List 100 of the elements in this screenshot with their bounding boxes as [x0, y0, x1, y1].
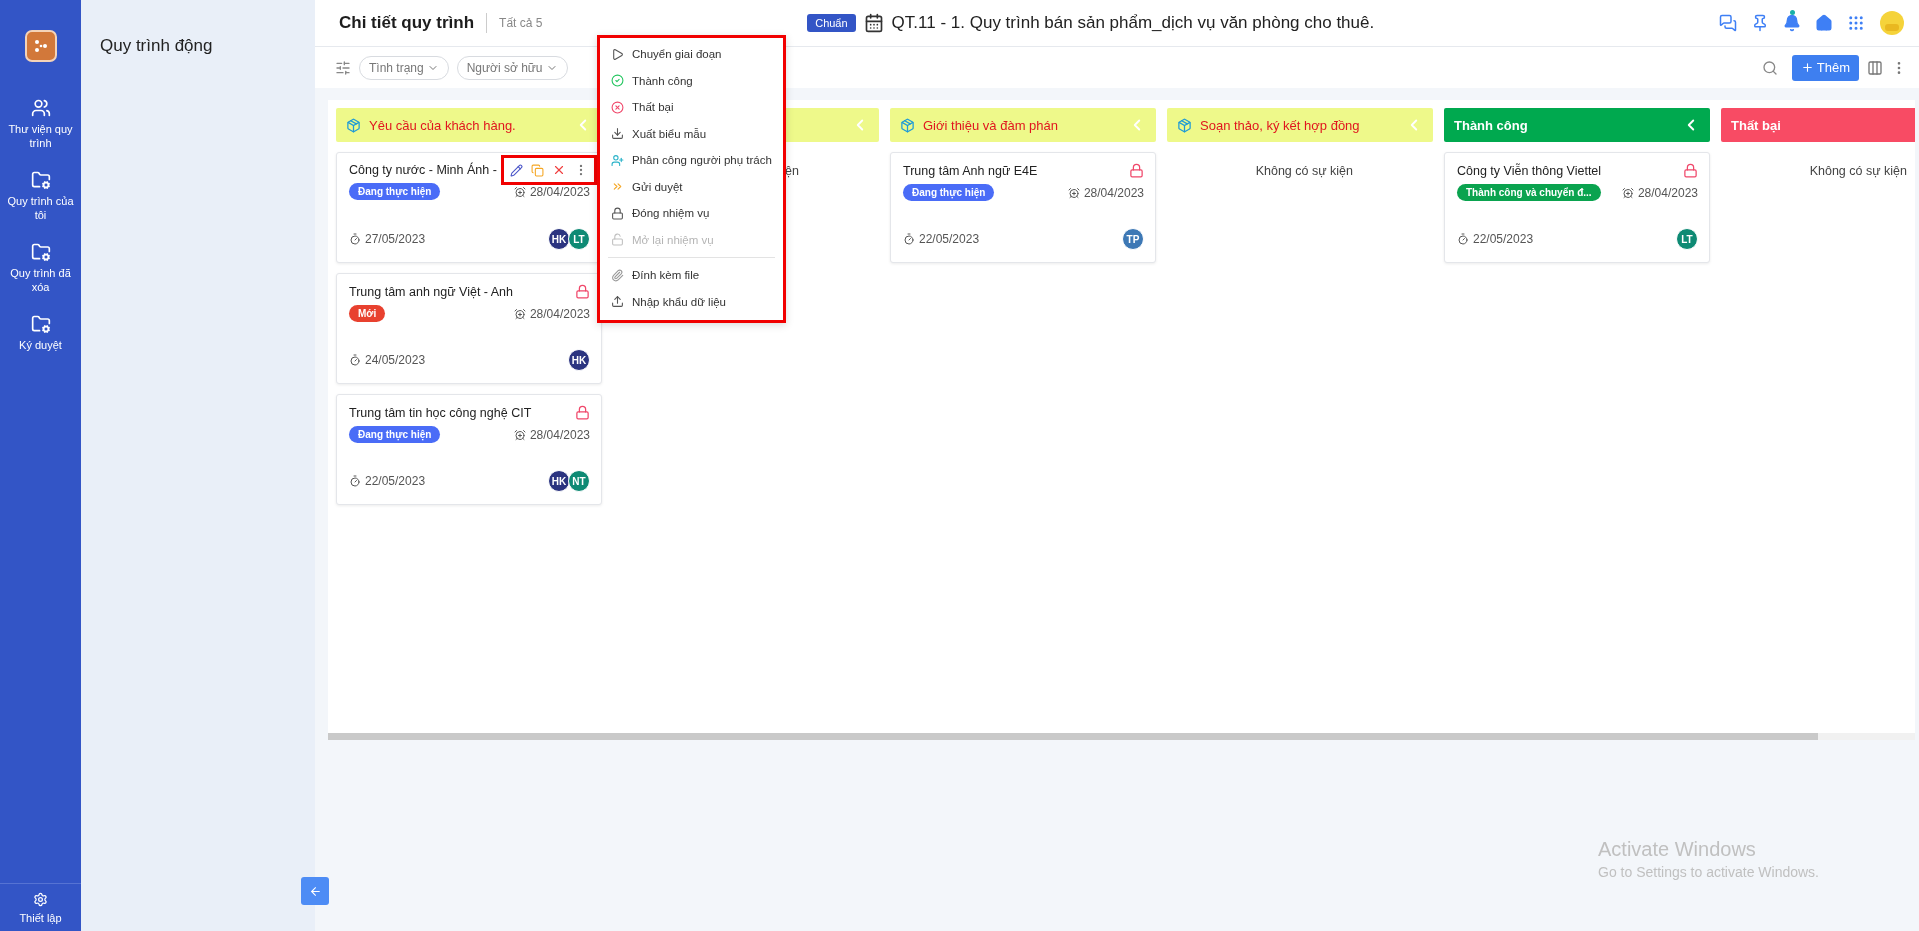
task-card[interactable]: Trung tâm anh ngữ Việt - Anh Mới 28/04/2023 24/05/2023 HK — [336, 273, 602, 384]
sidebar-item[interactable]: Thư viện quy trình — [4, 98, 77, 150]
assignee-avatar[interactable]: LT — [568, 228, 590, 250]
play-icon — [611, 47, 624, 61]
box-icon — [900, 117, 915, 133]
paperclip-icon — [611, 268, 624, 282]
collapse-button[interactable] — [301, 877, 329, 905]
alarm-icon — [1067, 186, 1080, 199]
alarm-icon — [513, 428, 526, 441]
card-title: Công ty Viễn thông Viettel — [1457, 163, 1602, 178]
calendar-icon — [863, 13, 884, 33]
apps-icon[interactable] — [1847, 14, 1865, 32]
card-title: Trung tâm tin học công nghệ CIT — [349, 405, 532, 420]
task-card[interactable]: Công ty Viễn thông Viettel Thành công và chuyển đ... 28/04/2023 22/05/2023 LT — [1444, 152, 1710, 263]
status-badge: Đang thực hiện — [349, 426, 441, 443]
assignee-avatar[interactable]: NT — [568, 470, 590, 492]
arrow-left-icon — [308, 884, 322, 898]
sidebar-item[interactable]: Ký duyệt — [4, 314, 77, 352]
download-icon — [611, 127, 624, 141]
close-icon[interactable] — [552, 163, 566, 177]
timer-icon — [349, 354, 361, 366]
empty-message: Không có sự kiện — [1808, 164, 1907, 178]
menu-item[interactable]: Chuyển giai đoạn — [608, 41, 775, 68]
columns-icon[interactable] — [1867, 59, 1883, 76]
due-date: 28/04/2023 — [1637, 185, 1698, 200]
filter-dropdown[interactable]: Tình trạng — [359, 55, 449, 80]
activation-message: Go to Settings to activate Windows. — [1598, 864, 1819, 880]
filter-icon[interactable] — [335, 59, 351, 76]
menu-item[interactable]: Đính kèm file — [608, 262, 775, 289]
deadline-date: 27/05/2023 — [365, 232, 426, 246]
assignee-avatar[interactable]: LT — [1676, 228, 1698, 250]
column-title: Giới thiệu và đàm phán — [923, 117, 1059, 133]
menu-item[interactable]: Phân công người phụ trách — [608, 147, 775, 174]
assignee-avatar[interactable]: TP — [1122, 228, 1144, 250]
menu-item[interactable]: Đóng nhiệm vụ — [608, 200, 775, 227]
total-count: Tất cả 5 — [499, 16, 543, 30]
process-title: QT.11 - 1. Quy trình bán sản phẩm_dịch vụ văn phòng cho thuê. — [891, 13, 1375, 33]
box-icon — [346, 117, 361, 133]
sidebar-item[interactable]: Quy trình của tôi — [4, 170, 77, 222]
empty-message: Không có sự kiện — [1254, 164, 1353, 178]
people-icon — [30, 98, 51, 118]
status-badge: Đang thực hiện — [903, 184, 995, 201]
folder-icon — [30, 242, 51, 262]
home-icon[interactable] — [1815, 14, 1833, 32]
lock-icon — [611, 233, 624, 247]
lock-icon — [611, 206, 624, 220]
due-date: 28/04/2023 — [529, 306, 590, 321]
settings-item[interactable]: Thiết lập — [4, 892, 77, 925]
menu-item[interactable]: Thất bại — [608, 94, 775, 121]
menu-item[interactable]: Xuất biểu mẫu — [608, 120, 775, 147]
menu-item[interactable]: Gửi duyệt — [608, 173, 775, 200]
assignee-avatar[interactable]: HK — [548, 228, 570, 250]
deadline-date: 22/05/2023 — [919, 232, 980, 246]
timer-icon — [1457, 233, 1469, 245]
chat-icon[interactable] — [1719, 14, 1737, 32]
edit-icon[interactable] — [510, 163, 523, 177]
assignee-avatar[interactable]: HK — [568, 349, 590, 371]
sidebar-item[interactable]: Quy trình đã xóa — [4, 242, 77, 294]
timer-icon — [349, 233, 361, 245]
add-button[interactable]: Thêm — [1791, 54, 1859, 81]
task-card[interactable]: Trung tâm Anh ngữ E4E Đang thực hiện 28/04/2023 22/05/2023 TP — [890, 152, 1156, 263]
column-title: Thành công — [1454, 117, 1529, 133]
settings-icon — [33, 892, 48, 907]
scrollbar-thumb[interactable] — [328, 733, 1818, 740]
folder-icon — [30, 314, 51, 334]
due-date: 28/04/2023 — [1083, 185, 1144, 200]
due-date: 28/04/2023 — [529, 427, 590, 442]
card-title: Trung tâm anh ngữ Việt - Anh — [349, 284, 514, 299]
deadline-date: 22/05/2023 — [365, 474, 426, 488]
activation-title: Activate Windows — [1598, 838, 1757, 861]
assignee-avatar[interactable]: HK — [548, 470, 570, 492]
card-title: Trung tâm Anh ngữ E4E — [903, 163, 1038, 178]
app-logo[interactable] — [24, 30, 57, 62]
empty-message: ện — [784, 164, 799, 178]
alarm-icon — [1621, 186, 1634, 199]
user-plus-icon — [611, 153, 624, 167]
copy-icon[interactable] — [531, 163, 544, 177]
column-title: Thất bại — [1731, 117, 1782, 133]
deadline-date: 24/05/2023 — [365, 353, 426, 367]
pin-icon[interactable] — [1751, 14, 1769, 32]
status-badge: Đang thực hiện — [349, 183, 441, 200]
search-icon[interactable] — [1761, 59, 1778, 76]
timer-icon — [349, 475, 361, 487]
alarm-icon — [513, 185, 526, 198]
folder-icon — [30, 170, 51, 190]
filter-dropdown[interactable]: Người sở hữu — [456, 55, 568, 80]
card-title: Công ty nước - Minh Ánh - — [349, 163, 497, 177]
status-badge: Thành công và chuyển đ... — [1457, 184, 1601, 201]
type-badge: Chuẩn — [807, 14, 856, 32]
x-circle-icon — [611, 100, 624, 114]
plus-icon — [1800, 61, 1814, 74]
box-icon — [1177, 117, 1192, 133]
panel-title: Quy trình động — [100, 36, 214, 56]
check-circle-icon — [611, 74, 624, 88]
timer-icon — [903, 233, 915, 245]
menu-item[interactable]: Thành công — [608, 67, 775, 94]
menu-item[interactable]: Nhập khẩu dữ liệu — [608, 288, 775, 315]
deadline-date: 22/05/2023 — [1473, 232, 1534, 246]
task-card[interactable]: Trung tâm tin học công nghệ CIT Đang thực hiện 28/04/2023 22/05/2023 HK NT — [336, 394, 602, 505]
upload-icon — [611, 295, 624, 309]
